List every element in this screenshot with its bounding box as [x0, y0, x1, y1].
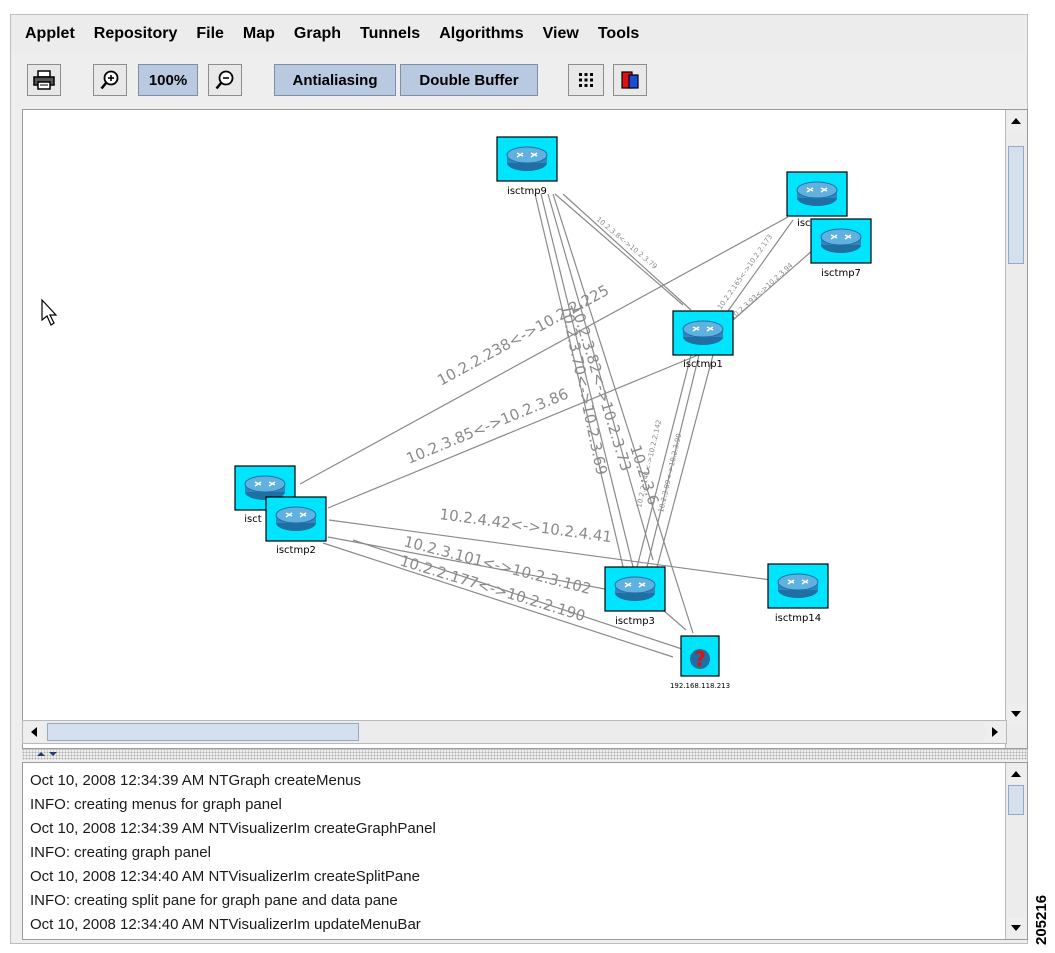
collapse-up-icon[interactable] — [36, 751, 46, 757]
graph-edge[interactable] — [662, 609, 687, 631]
scroll-down-button[interactable] — [1006, 704, 1026, 724]
applet-window: Applet Repository File Map Graph Tunnels… — [10, 14, 1028, 944]
log-line: INFO: creating split pane for graph pane… — [30, 892, 398, 909]
mouse-cursor-icon — [41, 298, 58, 326]
node-label: isctmp2 — [276, 545, 316, 556]
log-pane[interactable]: Oct 10, 2008 12:34:39 AM NTGraph createM… — [22, 762, 1028, 940]
scroll-up-button[interactable] — [1006, 764, 1026, 784]
arrow-up-icon — [1011, 118, 1021, 124]
grid-button[interactable] — [568, 64, 604, 96]
arrow-down-icon — [1011, 925, 1021, 931]
graph-pane[interactable]: 10.2.2.238<->10.2.2.225 10.2.3.85<->10.2… — [22, 109, 1028, 749]
network-graph[interactable]: 10.2.2.238<->10.2.2.225 10.2.3.85<->10.2… — [23, 110, 1005, 722]
arrow-left-icon — [31, 727, 37, 737]
zoom-in-icon — [100, 70, 119, 90]
menu-algorithms[interactable]: Algorithms — [439, 25, 523, 43]
node-isctmp2[interactable]: isctmp2 — [265, 496, 327, 556]
scroll-down-button[interactable] — [1006, 918, 1026, 938]
node-label: isctmp14 — [775, 613, 821, 624]
node-label: isct — [244, 514, 261, 525]
divider-arrows[interactable] — [36, 748, 58, 760]
graph-edge[interactable] — [554, 193, 684, 306]
split-pane-divider[interactable] — [22, 748, 1028, 760]
menu-applet[interactable]: Applet — [25, 25, 75, 43]
antialiasing-toggle[interactable]: Antialiasing — [274, 64, 396, 96]
menu-file[interactable]: File — [196, 25, 224, 43]
grid-icon — [579, 73, 593, 87]
node-isctmp3[interactable]: isctmp3 — [604, 566, 666, 627]
menu-bar: Applet Repository File Map Graph Tunnels… — [11, 15, 1027, 53]
arrow-down-icon — [1011, 711, 1021, 717]
log-line: INFO: creating graph panel — [30, 844, 211, 861]
log-line: Oct 10, 2008 12:34:39 AM NTVisualizerIm … — [30, 820, 436, 837]
print-button[interactable] — [27, 64, 61, 96]
scroll-left-button[interactable] — [24, 722, 44, 742]
node-label: 192.168.118.213 — [670, 682, 730, 690]
layers-icon — [621, 71, 639, 89]
zoom-level-display[interactable]: 100% — [138, 64, 198, 96]
unknown-icon: ? — [694, 647, 706, 671]
log-line: Oct 10, 2008 12:34:39 AM NTGraph createM… — [30, 772, 362, 789]
node-isctmp9[interactable]: isctmp9 — [496, 136, 558, 197]
scroll-thumb[interactable] — [47, 723, 359, 741]
graph-vertical-scrollbar[interactable] — [1005, 110, 1027, 748]
edge-label: 10.2.4.42<->10.2.4.41 — [438, 505, 613, 546]
zoom-out-button[interactable] — [208, 64, 242, 96]
menu-tunnels[interactable]: Tunnels — [360, 25, 420, 43]
edge-label: 10.2.2.165<->10.2.2.173 — [716, 233, 774, 311]
menu-map[interactable]: Map — [243, 25, 275, 43]
arrow-up-icon — [1011, 771, 1021, 777]
scroll-up-button[interactable] — [1006, 111, 1026, 131]
node-label: isctmp7 — [821, 268, 861, 279]
scroll-right-button[interactable] — [985, 722, 1005, 742]
scroll-thumb[interactable] — [1008, 146, 1024, 264]
edge-label: 10.2.3.8<->10.2.3.79 — [595, 215, 659, 270]
figure-id: 205216 — [1033, 894, 1050, 945]
scroll-thumb[interactable] — [1008, 785, 1024, 815]
log-vertical-scrollbar[interactable] — [1005, 763, 1027, 939]
zoom-out-icon — [215, 70, 234, 90]
node-unknown[interactable]: ? 192.168.118.213 — [670, 635, 730, 690]
menu-graph[interactable]: Graph — [294, 25, 341, 43]
log-line: INFO: creating menus for graph panel — [30, 796, 282, 813]
log-line: Oct 10, 2008 12:34:40 AM NTVisualizerIm … — [30, 916, 421, 933]
node-isctmp7[interactable]: isctmp7 — [810, 218, 872, 279]
menu-tools[interactable]: Tools — [598, 25, 639, 43]
zoom-in-button[interactable] — [93, 64, 127, 96]
menu-repository[interactable]: Repository — [94, 25, 178, 43]
toolbar: 100% Antialiasing Double Buffer — [11, 57, 1027, 105]
arrow-right-icon — [992, 727, 998, 737]
layers-button[interactable] — [613, 64, 647, 96]
double-buffer-toggle[interactable]: Double Buffer — [400, 64, 538, 96]
log-text: Oct 10, 2008 12:34:39 AM NTGraph createM… — [30, 769, 999, 937]
menu-view[interactable]: View — [543, 25, 579, 43]
node-isctmp14[interactable]: isctmp14 — [767, 563, 829, 624]
edge-label-layer: 10.2.2.238<->10.2.2.225 10.2.3.85<->10.2… — [398, 215, 795, 625]
graph-edge[interactable] — [654, 354, 714, 576]
edge-label: 10.2.3.85<->10.2.3.86 — [404, 385, 571, 468]
edge-label: 10.2.3.93<->10.2.3.94 — [729, 261, 795, 322]
printer-icon — [33, 70, 55, 90]
graph-horizontal-scrollbar[interactable] — [22, 720, 1007, 744]
node-label: isctmp1 — [683, 359, 723, 370]
log-line: Oct 10, 2008 12:34:40 AM NTVisualizerIm … — [30, 868, 420, 885]
node-label: isctmp3 — [615, 616, 655, 627]
node-label: isctmp9 — [507, 186, 547, 197]
collapse-down-icon[interactable] — [48, 751, 58, 757]
